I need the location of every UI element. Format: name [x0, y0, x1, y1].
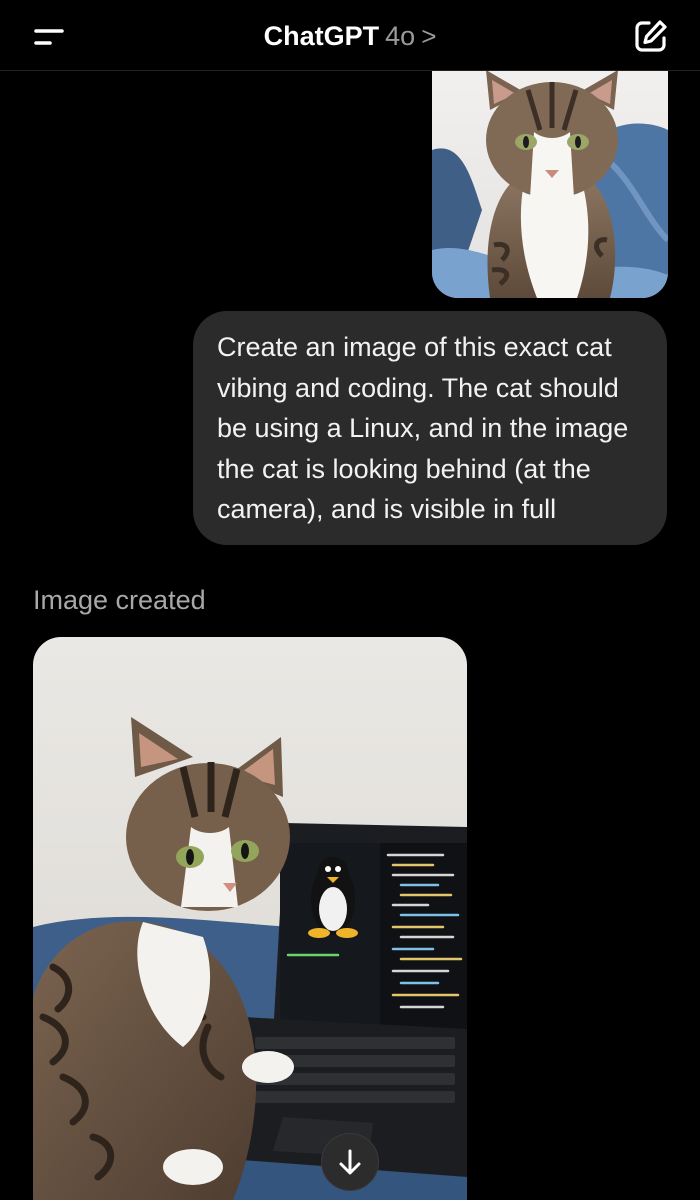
message-line: be using a Linux, and in the image [217, 413, 629, 443]
compose-icon [635, 20, 667, 52]
message-line: Create an image of this exact cat [217, 332, 612, 362]
scroll-to-bottom-button[interactable] [321, 1133, 379, 1191]
user-uploaded-image[interactable] [432, 70, 668, 298]
generated-image[interactable] [33, 637, 467, 1200]
cat-photo-illustration [432, 70, 668, 298]
new-chat-button[interactable] [632, 17, 670, 55]
image-created-label: Image created [33, 585, 206, 615]
model-selector[interactable]: ChatGPT 4o > [0, 18, 700, 54]
message-line: the cat is looking behind (at the [217, 453, 591, 484]
app-title: ChatGPT [263, 21, 380, 51]
message-line: vibing and coding. The cat should [217, 372, 619, 403]
cat-coding-illustration [33, 637, 467, 1200]
chevron-right-icon: > [421, 21, 437, 51]
arrow-down-icon [339, 1149, 361, 1175]
top-bar: ChatGPT 4o > [0, 0, 700, 71]
message-line: camera), and is visible in full [217, 494, 557, 524]
user-message-bubble[interactable]: Create an image of this exact cat vibing… [193, 311, 667, 545]
model-name: 4o [385, 21, 416, 51]
